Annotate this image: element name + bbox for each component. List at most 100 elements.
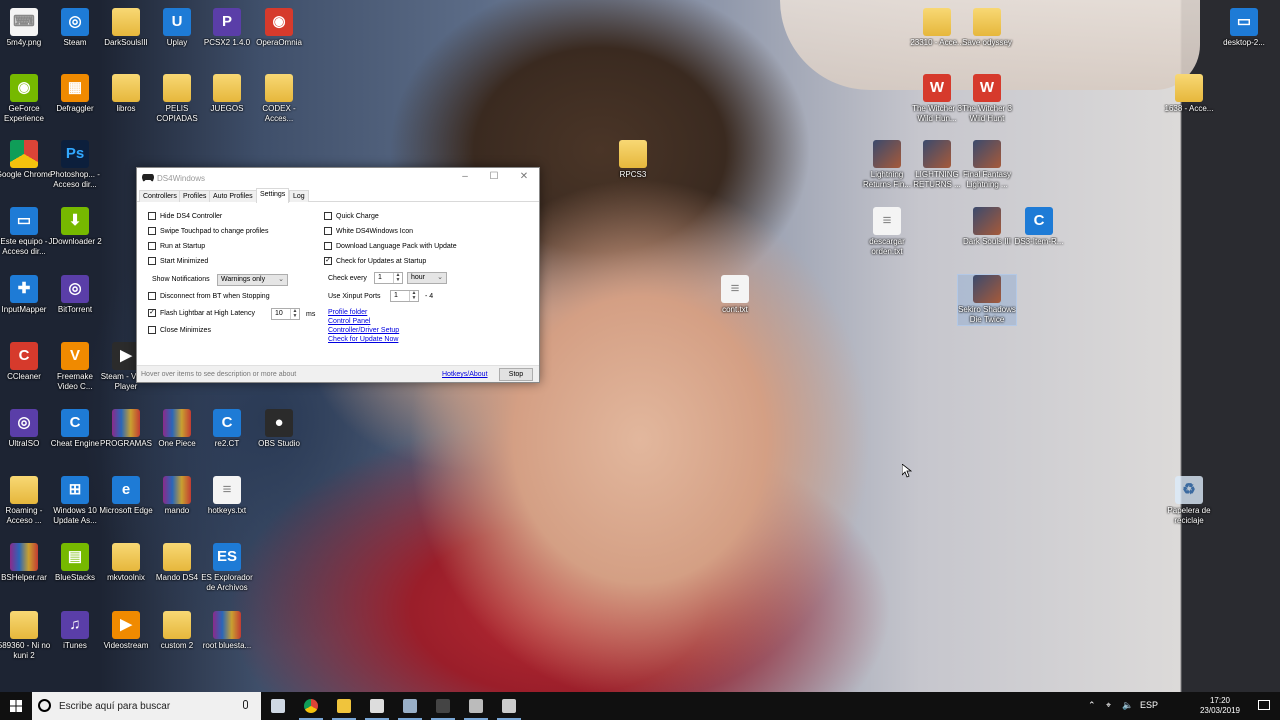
checkbox[interactable] <box>324 242 332 250</box>
start-button[interactable] <box>0 692 32 720</box>
checkbox[interactable] <box>324 227 332 235</box>
desktop-icon[interactable]: C DS3-Item-R... <box>1010 207 1068 247</box>
desktop-icon[interactable]: W The Witcher 3 Wild Hunt <box>958 74 1016 124</box>
app-icon[interactable] <box>427 692 459 720</box>
desktop-icon[interactable]: ≡ cont.txt <box>706 275 764 315</box>
xinput-stepper[interactable]: 1 ▲ ▼ <box>390 290 419 302</box>
option-language-pack[interactable]: Download Language Pack with Update <box>324 242 457 252</box>
desktop-icon[interactable]: ◎ Steam <box>46 8 104 48</box>
check-every-unit-select[interactable]: hour ⌄ <box>407 272 447 284</box>
desktop-icon[interactable]: ▶ Videostream <box>97 611 155 651</box>
desktop-icon[interactable]: libros <box>97 74 155 114</box>
clock[interactable]: 17:20 23/03/2019 <box>1200 696 1240 716</box>
desktop-icon[interactable]: ES ES Explorador de Archivos <box>198 543 256 593</box>
desktop-icon[interactable]: ▭ desktop-2... <box>1215 8 1273 48</box>
wifi-icon[interactable]: ⌖ <box>1106 700 1111 711</box>
desktop-icon[interactable]: ⬇ JDownloader 2 <box>46 207 104 247</box>
checkbox[interactable] <box>148 257 156 265</box>
option-white-icon[interactable]: White DS4Windows Icon <box>324 227 413 237</box>
checkbox[interactable] <box>148 227 156 235</box>
checkbox[interactable] <box>148 326 156 334</box>
desktop-icon[interactable]: ▦ Defraggler <box>46 74 104 114</box>
desktop-icon[interactable]: ♻ Papelera de reciclaje <box>1160 476 1218 526</box>
desktop-icon[interactable]: Ps Photoshop... - Acceso dir... <box>46 140 104 190</box>
desktop-icon[interactable]: Sekiro Shadows Die Twice <box>957 274 1017 326</box>
checkbox-checked[interactable]: ✓ <box>148 309 156 317</box>
close-icon[interactable]: ✕ <box>512 170 536 184</box>
desktop-icon[interactable]: mkvtoolnix <box>97 543 155 583</box>
link-control-panel[interactable]: Control Panel <box>328 318 370 326</box>
chrome-icon[interactable] <box>295 692 327 720</box>
ds4-icon[interactable] <box>493 692 525 720</box>
checkbox[interactable] <box>148 242 156 250</box>
file-explorer-icon[interactable] <box>328 692 360 720</box>
desktop-icon[interactable]: V Freemake Video C... <box>46 342 104 392</box>
microphone-icon[interactable] <box>243 700 248 709</box>
steam-icon[interactable] <box>394 692 426 720</box>
desktop-icon[interactable]: P PCSX2 1.4.0 <box>198 8 256 48</box>
desktop-icon[interactable]: Cre2.CT <box>198 409 256 449</box>
check-every-stepper[interactable]: 1 ▲ ▼ <box>374 272 403 284</box>
stop-button[interactable]: Stop <box>499 368 533 381</box>
minimize-icon[interactable]: – <box>453 170 477 184</box>
desktop-icon[interactable]: ▤ BlueStacks <box>46 543 104 583</box>
ds4windows-icon[interactable] <box>361 692 393 720</box>
desktop-icon[interactable]: DarkSoulsIII <box>97 8 155 48</box>
option-disconnect-bt[interactable]: Disconnect from BT when Stopping <box>148 292 270 302</box>
stepper-arrows-icon[interactable]: ▲ ▼ <box>409 291 418 301</box>
tab-settings[interactable]: Settings <box>256 188 290 203</box>
desktop-icon[interactable]: RPCS3 <box>604 140 662 180</box>
search-input[interactable]: Escribe aquí para buscar <box>32 692 261 720</box>
latency-stepper[interactable]: 10 ▲ ▼ <box>271 308 300 320</box>
tab-profiles[interactable]: Profiles <box>179 190 211 202</box>
option-run-at-startup[interactable]: Run at Startup <box>148 242 205 252</box>
option-flash-lightbar[interactable]: ✓ Flash Lightbar at High Latency <box>148 309 255 319</box>
option-swipe-touchpad[interactable]: Swipe Touchpad to change profiles <box>148 227 268 237</box>
snipping-icon[interactable] <box>460 692 492 720</box>
link-check-update[interactable]: Check for Update Now <box>328 336 398 344</box>
tab-auto-profiles[interactable]: Auto Profiles <box>209 190 257 202</box>
option-close-minimizes[interactable]: Close Minimizes <box>148 326 211 336</box>
desktop-icon[interactable]: ◎ BitTorrent <box>46 275 104 315</box>
language-indicator[interactable]: ESP <box>1140 700 1158 710</box>
desktop-icon[interactable]: Save odyssey <box>958 8 1016 48</box>
hotkeys-about-link[interactable]: Hotkeys/About <box>442 371 488 379</box>
link-driver-setup[interactable]: Controller/Driver Setup <box>328 327 399 335</box>
desktop-icon[interactable]: ● OBS Studio <box>250 409 308 449</box>
checkbox[interactable] <box>324 212 332 220</box>
desktop-icon[interactable]: ≡ descargar orden.txt <box>858 207 916 257</box>
notifications-icon[interactable] <box>1258 700 1270 710</box>
checkbox[interactable] <box>148 212 156 220</box>
chevron-up-icon[interactable]: ⌃ <box>1088 700 1096 711</box>
desktop-icon[interactable]: PROGRAMAS <box>97 409 155 449</box>
desktop-icon[interactable]: CODEX - Acces... <box>250 74 308 124</box>
checkbox[interactable] <box>148 292 156 300</box>
desktop-icon[interactable]: ⊞ Windows 10 Update As... <box>46 476 104 526</box>
desktop-icon[interactable]: ≡ hotkeys.txt <box>198 476 256 516</box>
desktop-icon[interactable]: ◉ OperaOmnia <box>250 8 308 48</box>
volume-icon[interactable]: 🔈 <box>1122 700 1133 711</box>
desktop-icon[interactable]: root bluesta... <box>198 611 256 651</box>
desktop-icon[interactable]: C Cheat Engine <box>46 409 104 449</box>
tab-log[interactable]: Log <box>289 190 309 202</box>
option-hide-ds4[interactable]: Hide DS4 Controller <box>148 212 222 222</box>
tab-controllers[interactable]: Controllers <box>139 190 181 202</box>
link-profile-folder[interactable]: Profile folder <box>328 309 367 317</box>
task-view-icon[interactable] <box>262 692 294 720</box>
checkbox-checked[interactable]: ✓ <box>324 257 332 265</box>
option-quick-charge[interactable]: Quick Charge <box>324 212 379 222</box>
stepper-arrows-icon[interactable]: ▲ ▼ <box>290 309 299 319</box>
desktop-icon[interactable]: ♫ iTunes <box>46 611 104 651</box>
desktop-icon[interactable]: Dark Souls III <box>958 207 1016 247</box>
stepper-arrows-icon[interactable]: ▲ ▼ <box>393 273 402 283</box>
desktop-icon[interactable]: e Microsoft Edge <box>97 476 155 516</box>
option-check-updates[interactable]: ✓ Check for Updates at Startup <box>324 257 426 267</box>
maximize-icon[interactable]: ☐ <box>482 170 506 184</box>
desktop-icon[interactable]: 1638 - Acce... <box>1160 74 1218 114</box>
desktop-icon[interactable]: Final Fantasy Lightning ... <box>958 140 1016 190</box>
desktop-icon-label: Dark Souls III <box>962 237 1011 246</box>
window-titlebar[interactable]: DS4Windows – ☐ ✕ <box>137 168 539 188</box>
desktop-icon[interactable]: JUEGOS <box>198 74 256 114</box>
option-start-minimized[interactable]: Start Minimized <box>148 257 208 267</box>
notifications-select[interactable]: Warnings only ⌄ <box>217 274 288 286</box>
